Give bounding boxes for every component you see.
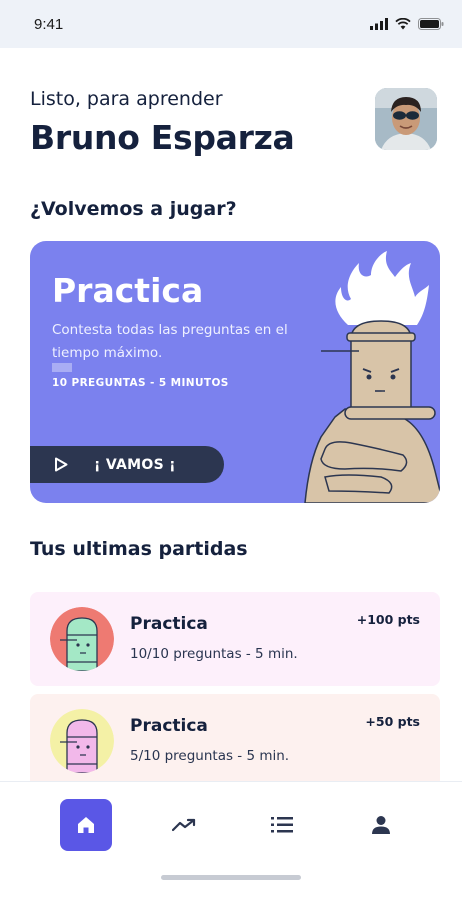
game-avatar bbox=[50, 607, 114, 671]
wifi-icon bbox=[395, 18, 411, 30]
recent-game-card[interactable]: Practica 10/10 preguntas - 5 min. +100 p… bbox=[30, 592, 440, 686]
practice-card[interactable]: Practica Contesta todas las preguntas en… bbox=[30, 241, 440, 503]
nav-home[interactable] bbox=[60, 799, 112, 851]
play-button-label: ¡ VAMOS ¡ bbox=[94, 456, 176, 473]
game-detail: 5/10 preguntas - 5 min. bbox=[130, 748, 290, 764]
play-button[interactable]: ¡ VAMOS ¡ bbox=[30, 446, 224, 483]
list-icon bbox=[271, 817, 293, 833]
home-screen: Listo, para aprender Bruno Esparza ¿Volv… bbox=[0, 48, 462, 900]
pink-mascot-icon bbox=[50, 709, 114, 773]
game-points: +100 pts bbox=[356, 612, 420, 627]
practice-card-description: Contesta todas las preguntas en el tiemp… bbox=[52, 322, 288, 361]
game-title: Practica bbox=[130, 716, 208, 736]
signal-icon bbox=[370, 18, 388, 30]
green-mascot-icon bbox=[50, 607, 114, 671]
game-title: Practica bbox=[130, 614, 208, 634]
recent-game-card[interactable]: Practica 5/10 preguntas - 5 min. +50 pts bbox=[30, 694, 440, 788]
home-indicator bbox=[161, 875, 301, 880]
play-icon bbox=[55, 457, 68, 472]
game-avatar bbox=[50, 709, 114, 773]
game-detail: 10/10 preguntas - 5 min. bbox=[130, 646, 298, 662]
practice-card-marker bbox=[52, 363, 72, 372]
nav-profile[interactable] bbox=[355, 799, 407, 851]
trending-up-icon bbox=[172, 818, 196, 832]
user-icon bbox=[372, 816, 390, 834]
avatar[interactable] bbox=[375, 88, 437, 150]
status-bar: 9:41 bbox=[0, 0, 462, 48]
nav-stats[interactable] bbox=[158, 799, 210, 851]
game-points: +50 pts bbox=[365, 714, 420, 729]
greeting-text: Listo, para aprender bbox=[30, 88, 223, 110]
user-name: Bruno Esparza bbox=[30, 118, 295, 157]
user-photo bbox=[375, 88, 437, 150]
play-section-title: ¿Volvemos a jugar? bbox=[30, 198, 237, 220]
fire-mascot-illustration bbox=[304, 251, 440, 503]
home-icon bbox=[78, 817, 94, 833]
practice-card-title: Practica bbox=[52, 271, 204, 310]
bottom-nav bbox=[0, 781, 462, 900]
recent-section-title: Tus ultimas partidas bbox=[30, 538, 248, 560]
status-icons bbox=[370, 18, 444, 30]
nav-list[interactable] bbox=[256, 799, 308, 851]
battery-icon bbox=[418, 18, 444, 30]
practice-card-meta: 10 PREGUNTAS - 5 MINUTOS bbox=[52, 377, 229, 389]
status-time: 9:41 bbox=[34, 15, 64, 33]
